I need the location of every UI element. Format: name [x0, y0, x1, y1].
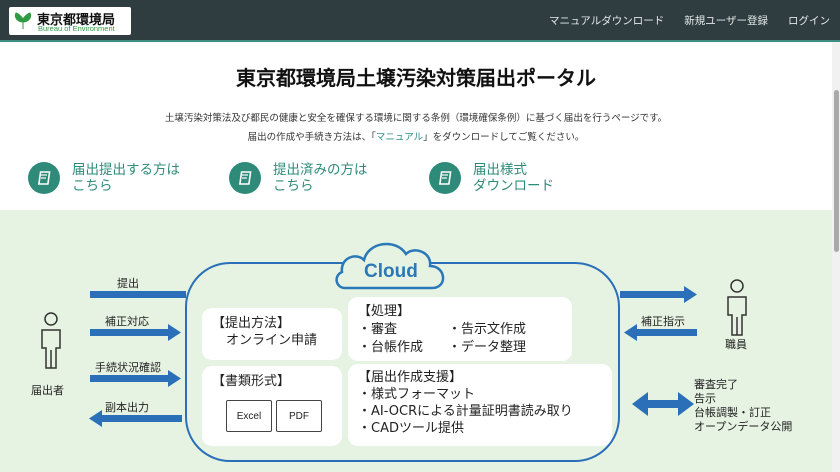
output-review-complete: 審査完了 — [694, 378, 738, 391]
doc-format-title: 【書類形式】 — [212, 374, 291, 389]
form-download-link[interactable]: 届出様式 ダウンロード — [429, 160, 554, 196]
pdf-file-icon: PDF — [276, 400, 322, 432]
processing-title: 【処理】 — [358, 304, 411, 319]
submit-method-value: オンライン申請 — [226, 333, 318, 348]
cloud-label: Cloud — [364, 261, 418, 282]
processing-item-notice: ・告示文作成 — [448, 322, 527, 337]
scrollbar-thumb[interactable] — [834, 90, 839, 252]
submitted-users-label: 提出済みの方は こちら — [273, 162, 368, 194]
processing-item-data: ・データ整理 — [448, 340, 527, 355]
submit-method-title: 【提出方法】 — [212, 316, 291, 331]
support-box: 【届出作成支援】 ・様式フォーマット ・AI-OCRによる計量証明書読み取り ・… — [348, 364, 612, 446]
excel-file-icon: Excel — [226, 400, 272, 432]
manual-note-prefix: 届出の作成や手続き方法は、「 — [247, 132, 376, 143]
flow-label-correction: 補正対応 — [105, 315, 149, 328]
nav-login[interactable]: ログイン — [788, 13, 830, 28]
applicant-person-icon — [41, 312, 61, 369]
staff-person-icon — [727, 279, 747, 336]
submit-notification-link[interactable]: 届出提出する方は こちら — [28, 160, 180, 196]
book-icon — [429, 162, 461, 194]
manual-note: 届出の作成や手続き方法は、「マニュアル」をダウンロードしてご覧ください。 — [0, 129, 832, 143]
page-description: 土壌汚染対策法及び都民の健康と安全を確保する環境に関する条例（環境確保条例）に基… — [164, 113, 668, 124]
flow-arrow-to-staff — [620, 286, 697, 303]
output-open-data: オープンデータ公開 — [694, 420, 793, 433]
submitted-users-link[interactable]: 提出済みの方は こちら — [229, 160, 368, 196]
flow-label-status: 手続状況確認 — [95, 361, 161, 374]
applicant-label: 届出者 — [31, 384, 64, 397]
submit-notification-label: 届出提出する方は こちら — [72, 162, 180, 194]
manual-note-suffix: 」をダウンロードしてご覧ください。 — [423, 132, 585, 143]
submit-method-box: 【提出方法】 オンライン申請 — [202, 308, 342, 360]
header-nav: マニュアルダウンロード 新規ユーザー登録 ログイン — [549, 0, 830, 40]
logo-subtext: Bureau of Environment — [38, 24, 115, 33]
output-notice: 告示 — [694, 392, 716, 405]
flow-label-copy: 副本出力 — [105, 401, 149, 414]
support-title: 【届出作成支援】 — [358, 370, 463, 385]
flow-arrow-bidirectional — [632, 392, 694, 416]
flow-label-submit: 提出 — [117, 277, 139, 290]
flow-arrow-submit — [90, 291, 186, 298]
flow-label-correction-order: 補正指示 — [641, 315, 685, 328]
nav-manual-download[interactable]: マニュアルダウンロード — [549, 13, 664, 28]
manual-link[interactable]: マニュアル — [376, 132, 423, 143]
page-scrollbar[interactable] — [832, 42, 840, 472]
site-logo[interactable]: 東京都環境局 Bureau of Environment — [9, 7, 131, 35]
output-ledger: 台帳調製・訂正 — [694, 406, 771, 419]
workflow-diagram: Cloud 提出 補正対応 手続状況確認 副本出力 届出者 補正指示 職員 審査… — [0, 210, 832, 472]
book-icon — [28, 162, 60, 194]
page-title: 東京都環境局土壌汚染対策届出ポータル — [236, 66, 596, 90]
form-download-label: 届出様式 ダウンロード — [473, 162, 554, 194]
support-item-cad: ・CADツール提供 — [358, 421, 464, 436]
top-navbar: 東京都環境局 Bureau of Environment マニュアルダウンロード… — [0, 0, 840, 42]
processing-item-review: ・審査 — [358, 322, 398, 337]
processing-item-ledger: ・台帳作成 — [358, 340, 424, 355]
outputs-list: 審査完了 告示 台帳調製・訂正 オープンデータ公開 — [694, 378, 792, 434]
support-item-ocr: ・AI-OCRによる計量証明書読み取り — [358, 404, 573, 419]
support-item-format: ・様式フォーマット — [358, 387, 476, 402]
processing-box: 【処理】 ・審査 ・告示文作成 ・台帳作成 ・データ整理 — [348, 297, 572, 361]
staff-label: 職員 — [725, 338, 747, 351]
doc-format-box: 【書類形式】 Excel PDF — [202, 366, 342, 446]
book-icon — [229, 162, 261, 194]
ginkgo-leaf-icon — [14, 12, 32, 29]
nav-register[interactable]: 新規ユーザー登録 — [684, 13, 768, 28]
